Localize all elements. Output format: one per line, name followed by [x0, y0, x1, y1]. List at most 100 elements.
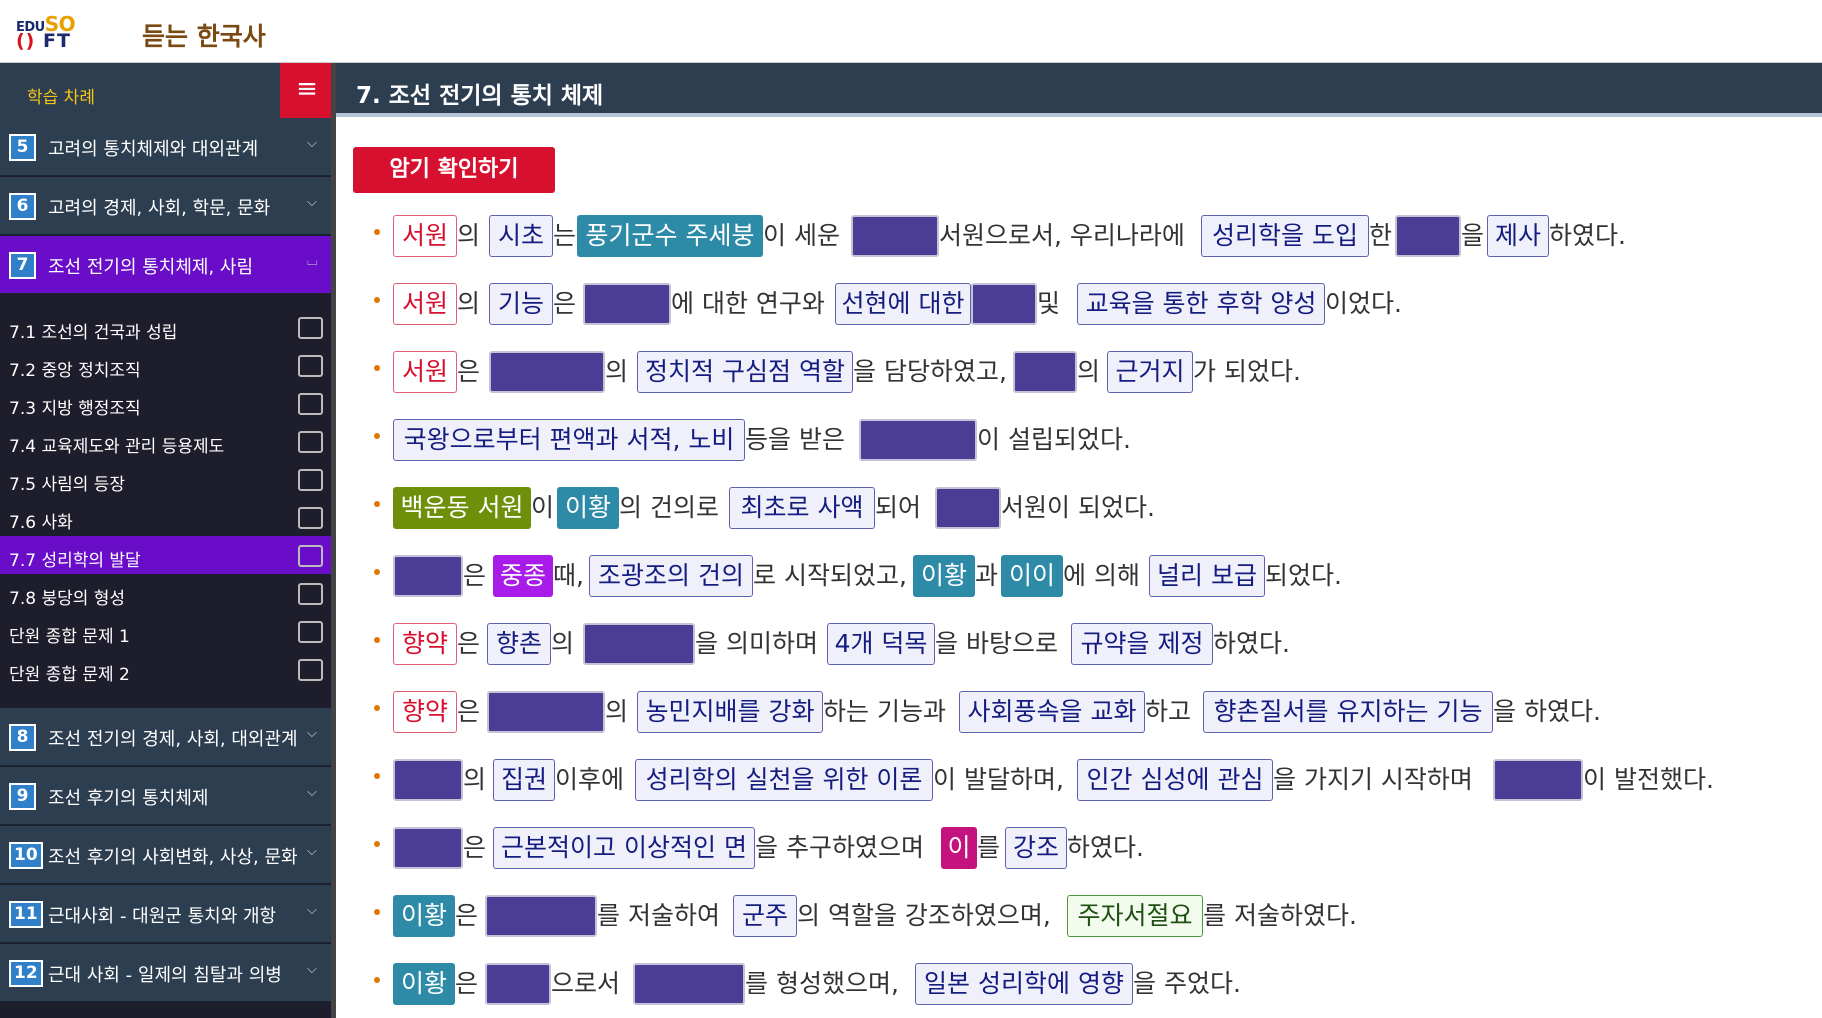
progress-checkbox[interactable]	[298, 507, 323, 529]
answer-blank[interactable]	[489, 351, 605, 393]
answer-blank[interactable]	[1395, 215, 1461, 257]
bullet-icon	[374, 229, 380, 235]
unit-number: 8	[9, 724, 36, 751]
edusoft-logo[interactable]: EDUSO () FT	[16, 8, 90, 54]
progress-checkbox[interactable]	[298, 621, 323, 643]
answer-blank[interactable]	[485, 963, 551, 1005]
answer-blank[interactable]	[393, 759, 463, 801]
sentence-text: 의	[457, 221, 481, 250]
progress-checkbox[interactable]	[298, 393, 323, 415]
sentence-text: 을 추구하였으며	[755, 833, 924, 862]
progress-checkbox[interactable]	[298, 469, 323, 491]
sidebar-subitem-review-2[interactable]: 단원 종합 문제 2	[0, 650, 332, 688]
sentence-text: 을 의미하며	[695, 629, 818, 658]
subitem-label: 7.1 조선의 건국과 성립	[9, 323, 178, 343]
chevron-down-icon: ⌵	[307, 136, 317, 151]
sidebar-subitem-7-4[interactable]: 7.4 교육제도와 관리 등용제도	[0, 422, 332, 460]
keyword-tag: 중종	[493, 555, 553, 597]
sentence-text: 되었다.	[1265, 561, 1342, 590]
sentence-text: 으로서	[551, 969, 621, 998]
keyword-tag: 성리학을 도입	[1201, 215, 1369, 257]
unit-number: 5	[9, 134, 36, 161]
progress-checkbox[interactable]	[298, 431, 323, 453]
answer-blank[interactable]	[851, 215, 939, 257]
keyword-tag: 집권	[493, 759, 555, 801]
answer-blank[interactable]	[633, 963, 745, 1005]
sentence-text: 서원으로서, 우리나라에	[939, 221, 1185, 250]
answer-blank[interactable]	[485, 895, 597, 937]
unit-number: 11	[9, 901, 43, 928]
sentence-row: 서원 은 의 정치적 구심점 역할 을 담당하였고, 의 근거지 가 되었다.	[336, 349, 1822, 395]
keyword-tag: 향약	[393, 691, 457, 733]
keyword-tag: 제사	[1487, 215, 1549, 257]
answer-blank[interactable]	[583, 283, 671, 325]
sidebar-title: 학습 차례	[27, 88, 95, 108]
answer-blank[interactable]	[935, 487, 1001, 529]
sentence-text: 을 바탕으로	[935, 629, 1058, 658]
sentence-text: 을 주었다.	[1133, 969, 1241, 998]
subitem-label: 7.7 성리학의 발달	[9, 551, 141, 571]
sentence-text: 의	[605, 697, 629, 726]
answer-blank[interactable]	[971, 283, 1037, 325]
main-content: 7. 조선 전기의 통치 체제 암기 확인하기 서원 의 시초 는 풍기군수 주세붕 이 …	[336, 63, 1822, 1018]
page-title: 7. 조선 전기의 통치 체제	[356, 83, 604, 109]
sidebar: 학습 차례 ≡ 5 고려의 통치체제와 대외관계 ⌵ 6 고려의 경제, 사회,…	[0, 63, 336, 1018]
progress-checkbox[interactable]	[298, 355, 323, 377]
keyword-tag: 이	[941, 827, 977, 869]
progress-checkbox[interactable]	[298, 583, 323, 605]
menu-icon[interactable]: ≡	[280, 63, 334, 118]
sidebar-unit-5[interactable]: 5 고려의 통치체제와 대외관계 ⌵	[0, 118, 334, 176]
sidebar-unit-6[interactable]: 6 고려의 경제, 사회, 학문, 문화 ⌵	[0, 177, 334, 235]
sidebar-subitem-7-3[interactable]: 7.3 지방 행정조직	[0, 384, 332, 422]
sidebar-unit-8[interactable]: 8 조선 전기의 경제, 사회, 대외관계 ⌵	[0, 708, 334, 766]
sidebar-subitem-7-7[interactable]: 7.7 성리학의 발달	[0, 536, 332, 574]
keyword-tag: 4개 덕목	[827, 623, 935, 665]
unit-title: 조선 후기의 통치체제	[48, 788, 209, 809]
sidebar-unit-7[interactable]: 7 조선 전기의 통치체제, 사림 ⌴	[0, 236, 334, 294]
keyword-tag: 이이	[1001, 555, 1063, 597]
sidebar-subitem-7-2[interactable]: 7.2 중앙 정치조직	[0, 346, 332, 384]
answer-blank[interactable]	[583, 623, 695, 665]
keyword-tag: 일본 성리학에 영향	[915, 963, 1133, 1005]
sentence-text: 을 담당하였고,	[853, 357, 1007, 386]
keyword-tag: 사회풍속을 교화	[959, 691, 1145, 733]
sentence-text: 하였다.	[1067, 833, 1144, 862]
progress-checkbox[interactable]	[298, 659, 323, 681]
sidebar-subitem-7-1[interactable]: 7.1 조선의 건국과 성립	[0, 308, 332, 346]
check-memory-button[interactable]: 암기 확인하기	[353, 147, 555, 193]
sidebar-unit-12[interactable]: 12 근대 사회 - 일제의 침탈과 의병 ⌵	[0, 944, 334, 1002]
answer-blank[interactable]	[859, 419, 977, 461]
sidebar-unit-10[interactable]: 10 조선 후기의 사회변화, 사상, 문화 ⌵	[0, 826, 334, 884]
keyword-tag: 풍기군수 주세붕	[577, 215, 763, 257]
keyword-tag: 인간 심성에 관심	[1077, 759, 1273, 801]
sentence-text: 한	[1369, 221, 1393, 250]
sentence-row: 의 집권 이후에 성리학의 실천을 위한 이론 이 발달하며, 인간 심성에 관심 을 가지…	[336, 757, 1822, 803]
sidebar-unit-11[interactable]: 11 근대사회 - 대원군 통치와 개항 ⌵	[0, 885, 334, 943]
sentence-text: 은	[457, 629, 481, 658]
unit-title: 근대 사회 - 일제의 침탈과 의병	[48, 965, 282, 986]
sentence-text: 을 하였다.	[1493, 697, 1601, 726]
subitem-label: 단원 종합 문제 1	[9, 627, 130, 647]
sidebar-subitem-7-5[interactable]: 7.5 사림의 등장	[0, 460, 332, 498]
sentence-text: 를 저술하여	[597, 901, 720, 930]
keyword-tag: 널리 보급	[1149, 555, 1265, 597]
sidebar-subitem-review-1[interactable]: 단원 종합 문제 1	[0, 612, 332, 650]
sidebar-subitem-7-8[interactable]: 7.8 붕당의 형성	[0, 574, 332, 612]
answer-blank[interactable]	[487, 691, 605, 733]
sentence-text: 이	[531, 493, 555, 522]
sidebar-subitem-7-6[interactable]: 7.6 사화	[0, 498, 332, 536]
answer-blank[interactable]	[1013, 351, 1077, 393]
keyword-tag: 농민지배를 강화	[637, 691, 823, 733]
answer-blank[interactable]	[393, 827, 463, 869]
answer-blank[interactable]	[1493, 759, 1583, 801]
bullet-icon	[374, 501, 380, 507]
sentence-row: 은 근본적이고 이상적인 면을 추구하였으며 이 를 강조 하였다.	[336, 825, 1822, 871]
sentence-row: 이황 은 를 저술하여 군주 의 역할을 강조하였으며, 주자서절요 를 저술하였다.	[336, 893, 1822, 939]
answer-blank[interactable]	[393, 555, 463, 597]
keyword-tag: 성리학의 실천을 위한 이론	[635, 759, 933, 801]
progress-checkbox[interactable]	[298, 545, 323, 567]
sidebar-unit-9[interactable]: 9 조선 후기의 통치체제 ⌵	[0, 767, 334, 825]
sentence-row: 국왕으로부터 편액과 서적, 노비 등을 받은 이 설립되었다.	[336, 417, 1822, 463]
keyword-tag: 이황	[393, 895, 455, 937]
progress-checkbox[interactable]	[298, 317, 323, 339]
